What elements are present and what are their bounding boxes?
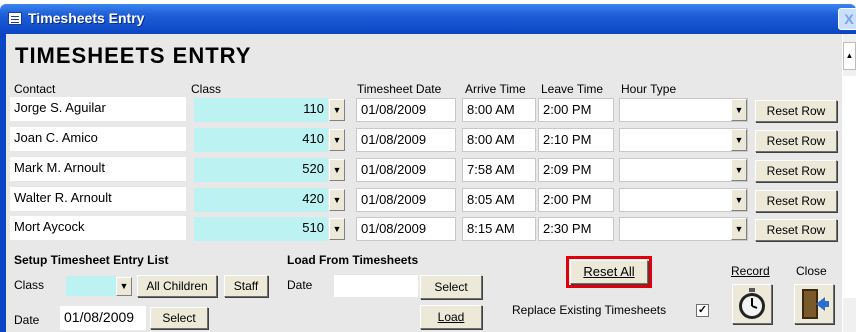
contact-cell[interactable]: Walter R. Arnoult bbox=[10, 187, 186, 211]
exit-door-icon bbox=[802, 289, 829, 319]
hour-type-cell[interactable] bbox=[619, 217, 748, 241]
close-label: Close bbox=[796, 264, 827, 278]
hour-type-cell[interactable] bbox=[619, 128, 748, 152]
load-select-button[interactable]: Select bbox=[420, 275, 482, 299]
stopwatch-icon bbox=[739, 288, 765, 319]
arrive-time-cell[interactable]: 8:05 AM bbox=[462, 188, 536, 212]
load-button[interactable]: Load bbox=[420, 305, 482, 329]
timesheet-date-cell[interactable]: 01/08/2009 bbox=[356, 188, 456, 212]
leave-time-cell[interactable]: 2:10 PM bbox=[538, 128, 614, 152]
window-title: Timesheets Entry bbox=[28, 10, 145, 26]
setup-class-combo[interactable] bbox=[66, 276, 116, 296]
setup-date-field[interactable]: 01/08/2009 bbox=[60, 306, 146, 330]
window-title-bar: Timesheets Entry X bbox=[0, 4, 856, 34]
class-dropdown-icon[interactable]: ▼ bbox=[329, 189, 345, 211]
load-date-label: Date bbox=[287, 278, 313, 292]
hour-type-dropdown-icon[interactable]: ▼ bbox=[731, 189, 747, 211]
leave-time-cell[interactable]: 2:30 PM bbox=[538, 217, 614, 241]
class-cell[interactable]: 520 bbox=[194, 158, 328, 182]
setup-select-button[interactable]: Select bbox=[150, 307, 208, 329]
hour-type-cell[interactable] bbox=[619, 158, 748, 182]
hour-type-dropdown-icon[interactable]: ▼ bbox=[731, 99, 747, 121]
timesheet-date-cell[interactable]: 01/08/2009 bbox=[356, 98, 456, 122]
timesheet-date-cell[interactable]: 01/08/2009 bbox=[356, 128, 456, 152]
record-label: Record bbox=[731, 264, 770, 278]
scroll-track[interactable] bbox=[843, 76, 856, 298]
load-date-field[interactable] bbox=[334, 275, 418, 297]
arrive-time-cell[interactable]: 7:58 AM bbox=[462, 158, 536, 182]
window-close-button[interactable]: X bbox=[838, 8, 856, 30]
reset-row-button[interactable]: Reset Row bbox=[755, 160, 837, 182]
header-class: Class bbox=[191, 82, 222, 96]
staff-button[interactable]: Staff bbox=[224, 275, 268, 297]
class-dropdown-icon[interactable]: ▼ bbox=[329, 159, 345, 181]
arrive-time-cell[interactable]: 8:00 AM bbox=[462, 128, 536, 152]
scroll-up-button[interactable]: ▲ bbox=[843, 42, 856, 70]
setup-class-dropdown-icon[interactable]: ▼ bbox=[116, 277, 132, 296]
reset-row-button[interactable]: Reset Row bbox=[755, 219, 837, 241]
all-children-button[interactable]: All Children bbox=[137, 275, 217, 297]
hour-type-dropdown-icon[interactable]: ▼ bbox=[731, 159, 747, 181]
leave-time-cell[interactable]: 2:00 PM bbox=[538, 98, 614, 122]
contact-cell[interactable]: Mort Aycock bbox=[10, 216, 186, 240]
class-dropdown-icon[interactable]: ▼ bbox=[329, 129, 345, 151]
reset-row-button[interactable]: Reset Row bbox=[755, 100, 837, 122]
class-dropdown-icon[interactable]: ▼ bbox=[329, 99, 345, 121]
reset-row-button[interactable]: Reset Row bbox=[755, 190, 837, 212]
class-cell[interactable]: 420 bbox=[194, 188, 328, 212]
hour-type-cell[interactable] bbox=[619, 98, 748, 122]
header-contact: Contact bbox=[14, 82, 56, 96]
reset-all-button[interactable]: Reset All bbox=[570, 260, 648, 284]
contact-cell[interactable]: Joan C. Amico bbox=[10, 127, 186, 151]
leave-time-cell[interactable]: 2:00 PM bbox=[538, 188, 614, 212]
header-leave-time: Leave Time bbox=[541, 82, 604, 96]
header-timesheet-date: Timesheet Date bbox=[357, 82, 442, 96]
load-heading: Load From Timesheets bbox=[287, 253, 419, 267]
leave-time-cell[interactable]: 2:09 PM bbox=[538, 158, 614, 182]
class-dropdown-icon[interactable]: ▼ bbox=[329, 218, 345, 240]
close-form-button[interactable] bbox=[794, 284, 834, 324]
reset-row-button[interactable]: Reset Row bbox=[755, 130, 837, 152]
form-icon bbox=[8, 12, 22, 25]
header-arrive-time: Arrive Time bbox=[465, 82, 526, 96]
contact-cell[interactable]: Jorge S. Aguilar bbox=[10, 97, 186, 121]
page-title: TIMESHEETS ENTRY bbox=[15, 43, 252, 68]
replace-timesheets-checkbox[interactable]: ✓ bbox=[696, 304, 709, 317]
setup-date-label: Date bbox=[14, 313, 40, 327]
class-cell[interactable]: 410 bbox=[194, 128, 328, 152]
replace-timesheets-label: Replace Existing Timesheets bbox=[512, 303, 667, 317]
header-hour-type: Hour Type bbox=[621, 82, 677, 96]
timesheet-date-cell[interactable]: 01/08/2009 bbox=[356, 217, 456, 241]
setup-heading: Setup Timesheet Entry List bbox=[14, 253, 169, 267]
hour-type-dropdown-icon[interactable]: ▼ bbox=[731, 218, 747, 240]
hour-type-cell[interactable] bbox=[619, 188, 748, 212]
contact-cell[interactable]: Mark M. Arnoult bbox=[10, 157, 186, 181]
hour-type-dropdown-icon[interactable]: ▼ bbox=[731, 129, 747, 151]
class-cell[interactable]: 110 bbox=[194, 98, 328, 122]
timesheet-date-cell[interactable]: 01/08/2009 bbox=[356, 158, 456, 182]
class-cell[interactable]: 510 bbox=[194, 217, 328, 241]
setup-class-label: Class bbox=[14, 278, 45, 292]
record-button[interactable] bbox=[732, 284, 772, 324]
arrive-time-cell[interactable]: 8:15 AM bbox=[462, 217, 536, 241]
arrive-time-cell[interactable]: 8:00 AM bbox=[462, 98, 536, 122]
